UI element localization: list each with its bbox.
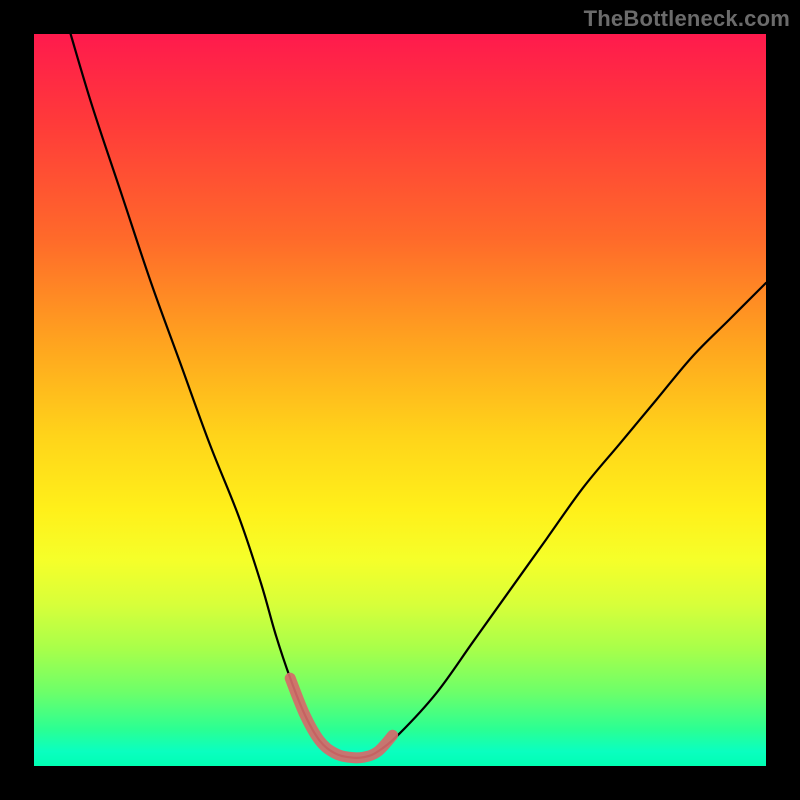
chart-svg	[34, 34, 766, 766]
chart-container: TheBottleneck.com	[0, 0, 800, 800]
bottleneck-curve	[71, 34, 766, 758]
watermark-text: TheBottleneck.com	[584, 6, 790, 32]
plot-area	[34, 34, 766, 766]
bottom-highlight-curve	[290, 678, 392, 758]
